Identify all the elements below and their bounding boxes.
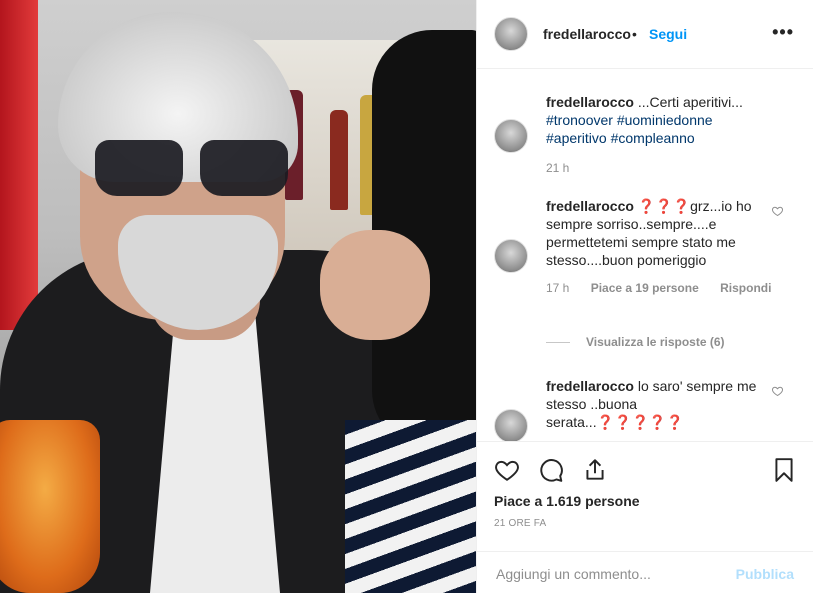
avatar[interactable] [494,409,528,441]
arm [320,230,430,340]
comment-input[interactable] [494,562,718,586]
red-sign [0,0,38,330]
likes-count[interactable]: Piace a 1.619 persone [494,493,640,509]
hashtag-link[interactable]: #aperitivo [546,130,607,146]
follow-button[interactable]: Segui [649,26,687,42]
add-comment-bar: Pubblica [477,551,813,596]
view-replies-button[interactable]: Visualizza le risposte (6) [546,335,725,349]
like-heart-icon[interactable] [494,457,520,483]
avatar[interactable] [494,119,528,153]
like-comment-heart-icon[interactable] [771,385,784,397]
separator-dot: • [632,26,637,42]
hashtag-link[interactable]: #uominiedonne [617,112,713,128]
post-panel: fredellarocco • Segui ••• fredellarocco … [476,0,813,593]
comment-text: fredellarocco lo saro' sempre me stesso … [546,377,761,431]
post-actions: Piace a 1.619 persone 21 ORE FA Pubblica [477,441,813,595]
comment-likes[interactable]: Piace a 19 persone [591,281,699,295]
hashtag-link[interactable]: #tronoover [546,112,613,128]
comment-meta: 17 h Piace a 19 persone Rispondi [546,281,771,295]
comment-bubble-icon[interactable] [538,457,564,483]
publish-button[interactable]: Pubblica [736,566,794,582]
comment-text: fredellarocco ❓❓❓grz...io ho sempre sorr… [546,197,761,269]
bookmark-icon[interactable] [771,457,797,483]
avatar[interactable] [494,239,528,273]
header-username[interactable]: fredellarocco [543,26,631,42]
post-photo[interactable] [0,0,476,593]
sunglasses [95,140,290,198]
avatar[interactable] [494,17,528,51]
comments-list[interactable]: fredellarocco ...Certi aperitivi... #tro… [477,69,813,441]
reply-button[interactable]: Rispondi [720,281,771,295]
caption-username[interactable]: fredellarocco [546,94,634,110]
more-options-icon[interactable]: ••• [772,22,794,43]
comment-username[interactable]: fredellarocco [546,198,634,214]
caption-body: ...Certi aperitivi... [633,94,743,110]
caption-time[interactable]: 21 h [546,161,569,175]
striped-shirt [345,420,476,593]
comment-time[interactable]: 17 h [546,281,569,295]
hashtag-link[interactable]: #compleanno [611,130,695,146]
post-header: fredellarocco • Segui ••• [477,0,813,69]
replies-divider [546,342,570,344]
comment-username[interactable]: fredellarocco [546,378,634,394]
share-icon[interactable] [582,457,608,483]
like-comment-heart-icon[interactable] [771,205,784,217]
spritz-glass [0,420,100,593]
post-timestamp[interactable]: 21 ORE FA [494,518,546,529]
view-replies-label: Visualizza le risposte (6) [586,335,725,349]
caption-text: fredellarocco ...Certi aperitivi... #tro… [546,93,761,147]
wine-bottle [330,110,348,210]
